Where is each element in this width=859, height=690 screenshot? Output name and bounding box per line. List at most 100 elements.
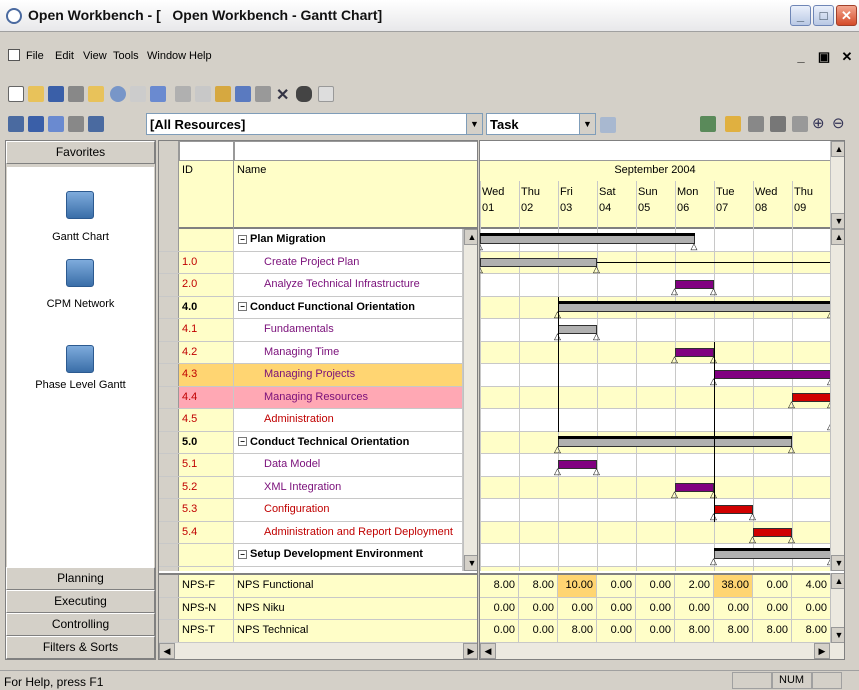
task-name[interactable]: Administration and Report Deployment	[234, 521, 463, 543]
scroll-right-icon[interactable]: ▶	[463, 643, 477, 659]
menu-edit[interactable]: Edit	[55, 50, 74, 62]
planning-button[interactable]: Planning	[6, 567, 155, 590]
task-bar[interactable]	[675, 280, 714, 289]
executing-button[interactable]: Executing	[6, 590, 155, 613]
table-row[interactable]: − Plan Migration	[159, 229, 463, 252]
undo-icon[interactable]	[235, 86, 251, 102]
scroll-down-icon[interactable]: ▼	[831, 213, 844, 229]
scroll-up-icon[interactable]: ▲	[831, 141, 844, 157]
phase-level-gantt-icon[interactable]	[66, 345, 94, 373]
filter-icon[interactable]	[700, 116, 716, 132]
insert-icon[interactable]	[255, 86, 271, 102]
new-icon[interactable]	[8, 86, 24, 102]
task-bar[interactable]	[675, 347, 714, 357]
menu-window[interactable]: Window	[147, 50, 186, 62]
task-bar[interactable]	[792, 392, 830, 402]
gantt-chart-icon[interactable]	[66, 191, 94, 219]
row-selector[interactable]	[159, 566, 179, 571]
task-name[interactable]: Analyze Technical Infrastructure	[234, 274, 463, 296]
menu-help[interactable]: Help	[189, 50, 212, 62]
table-row[interactable]: 4.4 Managing Resources	[159, 386, 463, 409]
preview-icon[interactable]	[110, 86, 126, 102]
table-row[interactable]: 5.0− Conduct Technical Orientation	[159, 431, 463, 454]
scroll-down-icon[interactable]: ▼	[831, 627, 844, 643]
row-selector[interactable]	[159, 341, 179, 363]
paste-icon[interactable]	[215, 86, 231, 102]
task-name[interactable]: − Conduct Functional Orientation	[234, 296, 463, 318]
view-icon[interactable]	[8, 116, 24, 132]
scroll-left-icon[interactable]: ◀	[159, 643, 175, 659]
grid-horizontal-scrollbar[interactable]: ◀ ▶	[159, 643, 477, 659]
row-selector[interactable]	[159, 597, 179, 619]
close-button[interactable]: ✕	[836, 5, 857, 26]
row-selector[interactable]	[159, 296, 179, 318]
scroll-up-icon[interactable]: ▲	[831, 229, 844, 245]
delete-icon[interactable]: ✕	[276, 85, 289, 105]
task-bar[interactable]	[714, 505, 753, 514]
table-row[interactable]: 5.1 Data Model	[159, 454, 463, 477]
row-selector[interactable]	[159, 499, 179, 521]
resource-scrollbar[interactable]: ▲ ▼	[830, 573, 844, 643]
zoom-in-icon[interactable]: ⊕	[812, 114, 825, 132]
row-selector[interactable]	[159, 364, 179, 386]
table-row[interactable]: 4.5 Administration	[159, 409, 463, 432]
menu-file[interactable]: File	[26, 50, 44, 62]
mdi-restore-button[interactable]: ▣	[815, 49, 833, 65]
row-selector[interactable]	[159, 575, 179, 597]
save-icon[interactable]	[48, 86, 64, 102]
network-view-icon[interactable]	[48, 116, 64, 132]
row-selector[interactable]	[159, 386, 179, 408]
table-row[interactable]: Install Softw	[159, 566, 463, 571]
copy-icon[interactable]	[195, 86, 211, 102]
table-row[interactable]: 5.2 XML Integration	[159, 476, 463, 499]
row-selector[interactable]	[159, 544, 179, 566]
phase-view-icon[interactable]	[88, 116, 104, 132]
row-selector[interactable]	[159, 319, 179, 341]
table-row[interactable]: 4.0− Conduct Functional Orientation	[159, 296, 463, 319]
view-cpm-network[interactable]: CPM Network	[7, 298, 154, 310]
table-row[interactable]: 2.0 Analyze Technical Infrastructure	[159, 274, 463, 297]
controlling-button[interactable]: Controlling	[6, 613, 155, 636]
task-name[interactable]: − Plan Migration	[234, 229, 463, 251]
filters-sorts-button[interactable]: Filters & Sorts	[6, 636, 155, 659]
scroll-up-icon[interactable]: ▲	[831, 573, 844, 589]
mdi-minimize-button[interactable]: _	[792, 49, 810, 65]
scroll-right-icon[interactable]: ▶	[814, 643, 830, 659]
task-bar[interactable]	[714, 370, 830, 379]
row-selector[interactable]	[159, 521, 179, 543]
task-name[interactable]: Configuration	[234, 499, 463, 521]
minimize-button[interactable]: _	[790, 5, 811, 26]
menu-view[interactable]: View	[83, 50, 107, 62]
chevron-down-icon[interactable]: ▼	[579, 114, 595, 134]
resource-filter-select[interactable]: [All Resources] ▼	[146, 113, 483, 135]
resource-row[interactable]: NPS-T NPS Technical	[159, 620, 477, 643]
indent-icon[interactable]	[770, 116, 786, 132]
collapse-icon[interactable]: −	[238, 302, 247, 312]
view-select[interactable]: Task ▼	[486, 113, 596, 135]
open-icon[interactable]	[28, 86, 44, 102]
task-name[interactable]: Data Model	[234, 454, 463, 476]
task-name[interactable]: − Setup Development Environment	[234, 544, 463, 566]
scroll-left-icon[interactable]: ◀	[480, 643, 496, 659]
summary-bar[interactable]	[714, 550, 830, 559]
task-name[interactable]: Install Softw	[234, 566, 463, 571]
gantt-horizontal-scrollbar[interactable]: ◀ ▶	[480, 643, 844, 659]
task-bar[interactable]	[558, 460, 597, 469]
task-name[interactable]: Managing Projects	[234, 364, 463, 386]
task-name[interactable]: − Conduct Technical Orientation	[234, 431, 463, 453]
scroll-down-icon[interactable]: ▼	[464, 555, 477, 571]
table-row[interactable]: 4.3 Managing Projects	[159, 364, 463, 387]
open-folder-icon[interactable]	[88, 86, 104, 102]
maximize-button[interactable]: □	[813, 5, 834, 26]
refresh-icon[interactable]	[600, 117, 616, 133]
summary-bar[interactable]	[558, 437, 792, 447]
col-id-header[interactable]: ID	[182, 164, 193, 176]
mdi-close-button[interactable]: ✕	[838, 49, 856, 65]
task-bar[interactable]	[480, 257, 597, 267]
task-bar[interactable]	[558, 325, 597, 334]
row-selector[interactable]	[159, 620, 179, 642]
chevron-down-icon[interactable]: ▼	[466, 114, 482, 134]
row-selector[interactable]	[159, 431, 179, 453]
zoom-out-icon[interactable]: ⊖	[832, 114, 845, 132]
gantt-scrollbar[interactable]: ▲ ▼ ▲ ▼	[830, 141, 844, 571]
